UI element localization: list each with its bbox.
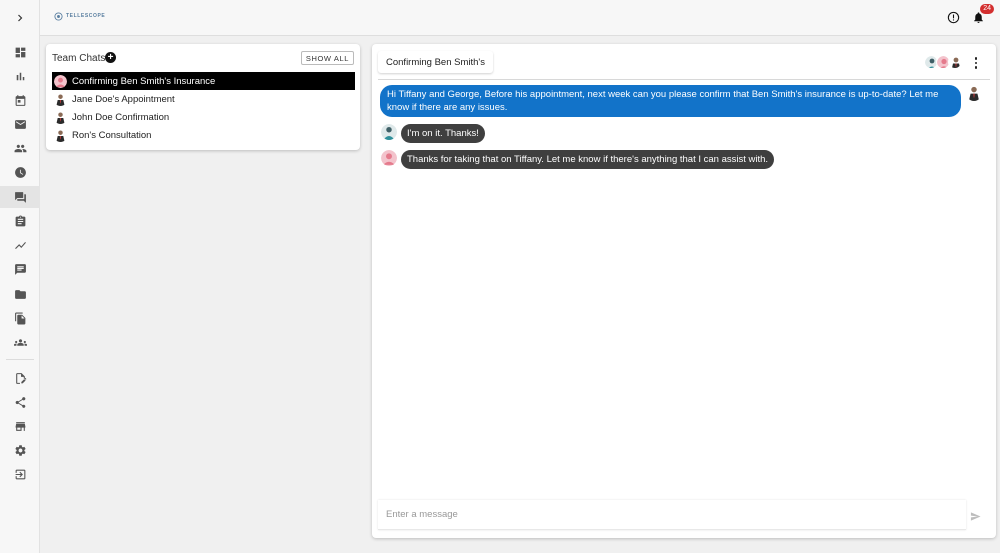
sidebar-item-contacts[interactable]	[6, 137, 34, 159]
participant-avatars[interactable]	[924, 55, 962, 69]
edit-document-icon	[15, 372, 26, 384]
conversation-header: Confirming Ben Smith's	[378, 48, 990, 80]
team-chat-item[interactable]: John Doe Confirmation	[52, 108, 355, 126]
conversation-panel: Confirming Ben Smith's Hi Tiffany and Ge…	[372, 44, 996, 538]
share-icon	[15, 396, 25, 408]
avatar-suit	[966, 85, 982, 101]
documents-icon	[14, 312, 25, 324]
sidebar-item-forms-builder[interactable]	[6, 367, 34, 389]
message-row-incoming: Thanks for taking that on Tiffany. Let m…	[381, 150, 775, 169]
people-icon	[14, 144, 26, 152]
sidebar-item-calendar[interactable]	[6, 89, 34, 111]
avatar-teal	[381, 124, 397, 140]
avatar-pink	[54, 74, 67, 88]
kebab-dot	[974, 61, 978, 65]
sidebar-divider	[6, 359, 34, 360]
team-chat-label: Ron's Consultation	[72, 129, 152, 141]
sidebar-item-analytics[interactable]	[6, 65, 34, 87]
team-chat-label: Confirming Ben Smith's Insurance	[72, 75, 216, 87]
store-icon	[15, 421, 25, 431]
bar-chart-icon	[16, 72, 24, 80]
app-logo[interactable]: TELLESCOPE	[54, 9, 105, 23]
team-chats-panel: Team Chats + SHOW ALL Confirming Ben Smi…	[46, 44, 360, 150]
team-chat-label: John Doe Confirmation	[72, 111, 170, 123]
dashboard-icon	[15, 47, 25, 57]
trend-line-icon	[14, 241, 26, 249]
sidebar-item-files[interactable]	[6, 283, 34, 305]
sidebar-item-settings[interactable]	[6, 439, 34, 461]
kebab-dot	[974, 57, 978, 60]
avatar-pink	[381, 150, 397, 166]
avatar-suit	[54, 92, 67, 106]
more-options-button[interactable]	[970, 56, 982, 70]
sidebar-item-forms[interactable]	[6, 210, 34, 232]
team-chats-title: Team Chats	[52, 53, 106, 64]
left-sidebar	[0, 0, 40, 553]
message-input[interactable]	[378, 500, 966, 530]
kebab-dot	[974, 66, 978, 69]
chevron-right-icon	[18, 14, 23, 22]
folder-icon	[14, 289, 26, 299]
team-chat-label: Jane Doe's Appointment	[72, 93, 175, 105]
team-chat-item[interactable]: Jane Doe's Appointment	[52, 90, 355, 108]
sidebar-item-documents[interactable]	[6, 307, 34, 329]
sidebar-item-history[interactable]	[6, 161, 34, 183]
clipboard-icon	[15, 215, 25, 226]
message-bubble[interactable]: Hi Tiffany and George, Before his appoin…	[380, 85, 961, 117]
sidebar-item-team-chat[interactable]	[0, 186, 40, 208]
conversation-title-tab[interactable]: Confirming Ben Smith's	[378, 51, 493, 73]
logo-text: TELLESCOPE	[66, 13, 106, 19]
show-all-button[interactable]: SHOW ALL	[300, 51, 354, 65]
sidebar-item-trends[interactable]	[6, 234, 34, 256]
message-bubble[interactable]: Thanks for taking that on Tiffany. Let m…	[401, 150, 775, 169]
sidebar-item-dashboard[interactable]	[6, 41, 34, 63]
sidebar-item-store[interactable]	[6, 415, 34, 437]
alert-circle-icon	[947, 11, 959, 23]
logo-mark-icon	[54, 11, 63, 21]
sidebar-item-integrations[interactable]	[6, 391, 34, 413]
logout-icon	[15, 469, 25, 479]
message-icon	[14, 263, 26, 275]
gear-icon	[14, 444, 26, 456]
expand-sidebar-button[interactable]	[0, 0, 40, 36]
avatar-suit	[54, 128, 67, 142]
top-bar: TELLESCOPE 24	[40, 0, 1000, 36]
message-row-outgoing: Hi Tiffany and George, Before his appoin…	[380, 85, 984, 117]
clock-icon	[14, 166, 26, 178]
groups-icon	[13, 338, 27, 346]
send-icon	[970, 511, 981, 521]
help-button[interactable]	[945, 9, 961, 25]
sidebar-item-logout[interactable]	[6, 463, 34, 485]
sidebar-item-groups[interactable]	[6, 331, 34, 353]
notification-count-badge: 24	[980, 4, 994, 14]
message-bubble[interactable]: I'm on it. Thanks!	[401, 124, 485, 143]
team-chat-item[interactable]: Confirming Ben Smith's Insurance	[52, 72, 355, 90]
message-row-incoming: I'm on it. Thanks!	[381, 124, 485, 143]
chat-bubbles-icon	[14, 191, 26, 203]
notifications-button[interactable]: 24	[970, 4, 994, 25]
plus-icon: +	[107, 52, 114, 63]
mail-icon	[14, 119, 26, 129]
sidebar-item-messages[interactable]	[6, 258, 34, 280]
team-chat-item[interactable]: Ron's Consultation	[52, 126, 355, 144]
avatar-suit	[54, 110, 67, 124]
avatar-suit	[948, 55, 962, 69]
sidebar-item-inbox[interactable]	[6, 113, 34, 135]
conversation-title: Confirming Ben Smith's	[386, 56, 485, 68]
calendar-icon	[15, 94, 25, 106]
send-button[interactable]	[968, 509, 982, 523]
add-chat-button[interactable]: +	[105, 52, 116, 63]
